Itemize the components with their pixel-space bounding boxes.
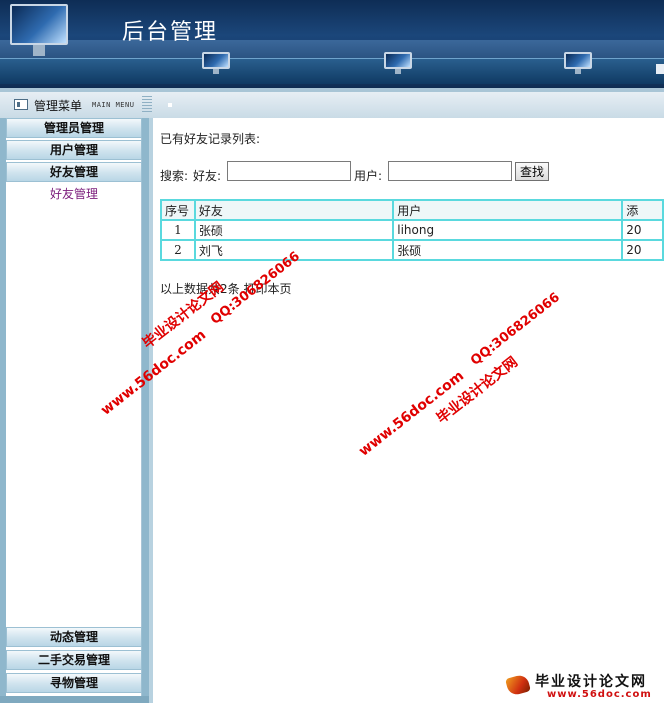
header-title: 后台管理 (122, 20, 219, 45)
cell-index: 1 (162, 221, 194, 239)
cell-user: lihong (394, 221, 622, 239)
sidebar-item-lost-found[interactable]: 寻物管理 (6, 673, 142, 693)
menu-title: 管理菜单 (34, 99, 83, 113)
sidebar-item-admin[interactable]: 管理员管理 (6, 118, 142, 138)
menu-window-icon (14, 99, 28, 110)
friend-search-input[interactable] (227, 161, 351, 181)
cell-friend: 张硕 (195, 221, 393, 239)
sidebar-item-users[interactable]: 用户管理 (6, 140, 142, 160)
menu-grip-handle[interactable] (142, 96, 152, 112)
user-search-input[interactable] (388, 161, 512, 181)
brand-logo: 毕业设计论文网 www.56doc.com (505, 668, 664, 703)
brand-url: www.56doc.com (547, 689, 652, 700)
sidebar-item-posts[interactable]: 动态管理 (6, 627, 142, 647)
menu-dot-icon (168, 103, 172, 107)
monitor-icon (564, 52, 592, 74)
col-header-index: 序号 (162, 201, 194, 219)
col-header-added: 添 (623, 201, 662, 219)
friend-label: 好友: (193, 169, 222, 183)
sidebar-item-secondhand[interactable]: 二手交易管理 (6, 650, 142, 670)
monitor-icon (384, 52, 412, 74)
sidebar-panel: 管理员管理 用户管理 好友管理 好友管理 动态管理 二手交易管理 寻物管理 (6, 118, 142, 698)
brand-leaf-icon (505, 673, 531, 697)
page-header: 后台管理 (0, 0, 664, 88)
menu-bar: 管理菜单 MAIN MENU (0, 88, 664, 118)
user-label: 用户: (354, 169, 383, 183)
search-button[interactable]: 查找 (515, 162, 549, 181)
friends-table: 序号 好友 用户 添 1 张硕 lihong 20 2 刘飞 张硕 20 (160, 199, 664, 261)
menu-subtitle: MAIN MENU (92, 101, 135, 109)
sidebar: 管理员管理 用户管理 好友管理 好友管理 动态管理 二手交易管理 寻物管理 (0, 118, 149, 703)
sidebar-bottom-edge (0, 696, 149, 703)
main-content: 已有好友记录列表: 搜索: 好友: 用户: 查找 序号 好友 用户 添 1 张硕… (149, 118, 664, 703)
sidebar-subitem-friends[interactable]: 好友管理 (6, 185, 142, 202)
cell-added: 20 (623, 221, 662, 239)
col-header-user: 用户 (394, 201, 622, 219)
table-row[interactable]: 2 刘飞 张硕 20 (162, 241, 662, 259)
search-label: 搜索: (160, 169, 189, 183)
sidebar-item-friends[interactable]: 好友管理 (6, 162, 142, 182)
col-header-friend: 好友 (195, 201, 393, 219)
table-row[interactable]: 1 张硕 lihong 20 (162, 221, 662, 239)
list-title: 已有好友记录列表: (160, 132, 261, 146)
cell-friend: 刘飞 (195, 241, 393, 259)
cell-user: 张硕 (394, 241, 622, 259)
monitor-icon (10, 4, 68, 56)
brand-name: 毕业设计论文网 (535, 674, 647, 690)
main-divider (149, 118, 153, 703)
header-corner-box (656, 64, 664, 74)
summary-text: 以上数据共2条,打印本页 (160, 282, 292, 296)
cell-added: 20 (623, 241, 662, 259)
monitor-icon (202, 52, 230, 74)
cell-index: 2 (162, 241, 194, 259)
table-header-row: 序号 好友 用户 添 (162, 201, 662, 219)
